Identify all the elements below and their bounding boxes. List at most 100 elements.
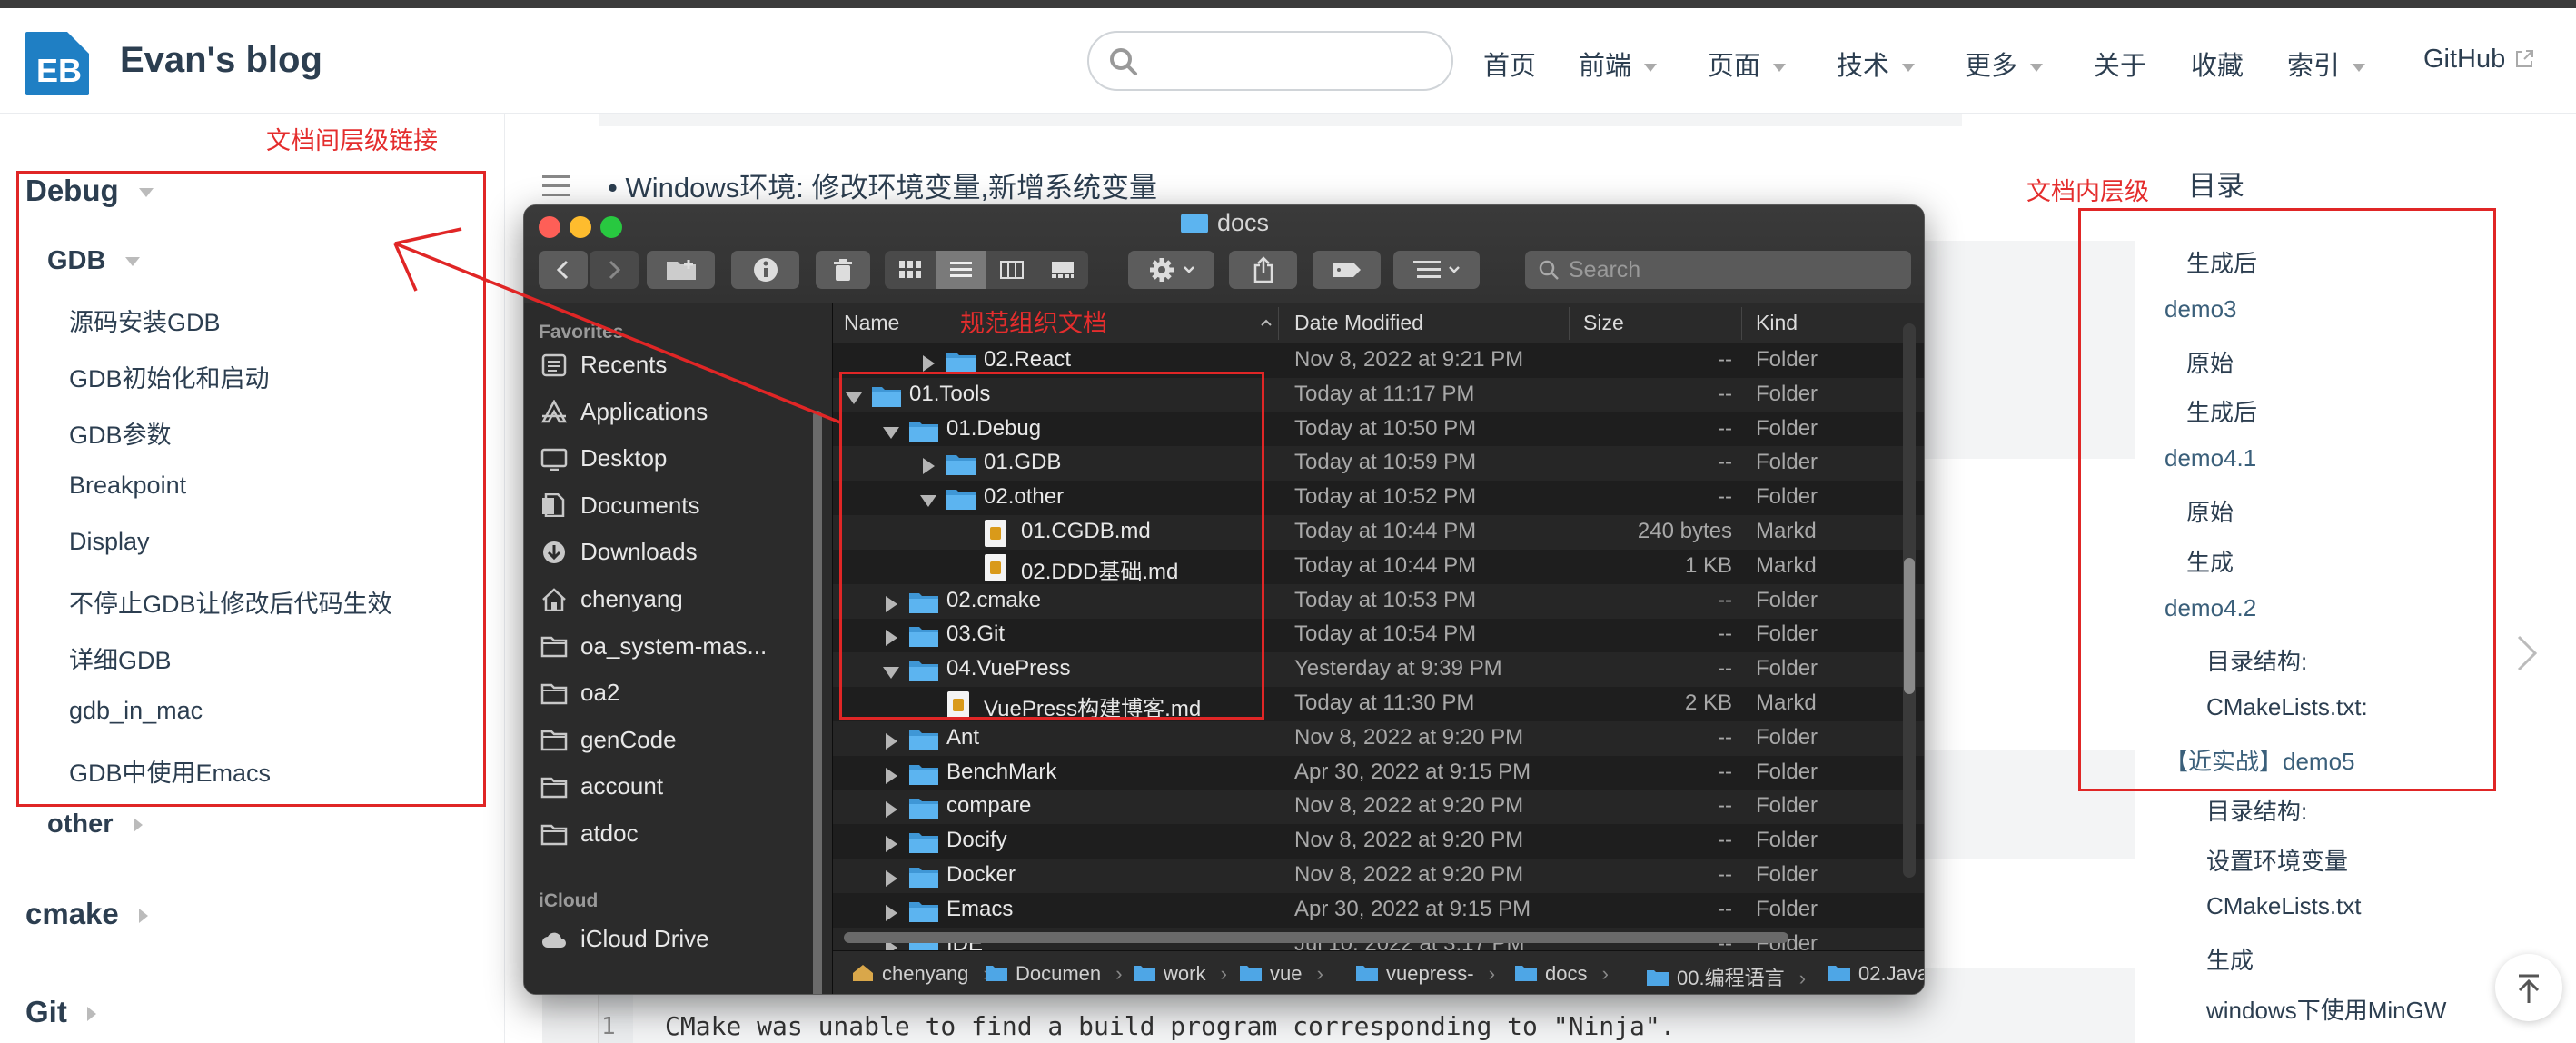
favorite-chenyang[interactable]: chenyang bbox=[540, 585, 683, 613]
disclosure-closed-icon[interactable] bbox=[923, 355, 935, 372]
action-button[interactable] bbox=[1128, 251, 1214, 289]
nav-link-0[interactable]: 首页 bbox=[1483, 45, 1536, 83]
search-icon bbox=[1539, 260, 1559, 280]
path-segment[interactable]: 00.编程语言 › bbox=[1646, 962, 1806, 991]
file-size: 1 KB bbox=[1684, 552, 1732, 578]
icon-view-button[interactable] bbox=[885, 251, 936, 289]
nav-link-8[interactable]: GitHub bbox=[2423, 45, 2534, 74]
path-segment[interactable]: docs › bbox=[1514, 962, 1609, 986]
chevron-down-icon bbox=[1902, 63, 1916, 72]
sidebar-scrollbar[interactable] bbox=[813, 411, 822, 994]
group-icon bbox=[1412, 261, 1441, 278]
icloud-heading: iCloud bbox=[539, 890, 599, 911]
list-view-button[interactable] bbox=[936, 251, 986, 289]
document-icon bbox=[540, 493, 568, 518]
toc-item[interactable]: CMakeLists.txt bbox=[2206, 892, 2362, 920]
back-to-top-button[interactable] bbox=[2495, 954, 2562, 1021]
favorite-oa-system-mas-[interactable]: oa_system-mas... bbox=[540, 632, 767, 661]
nav-link-3[interactable]: 技术 bbox=[1837, 45, 1916, 83]
favorite-gencode[interactable]: genCode bbox=[540, 726, 677, 754]
share-button[interactable] bbox=[1229, 251, 1297, 289]
file-kind: Folder bbox=[1756, 862, 1818, 887]
toc-item[interactable]: 目录结构: bbox=[2206, 793, 2307, 827]
file-row[interactable]: Ant Nov 8, 2022 at 9:20 PM -- Folder bbox=[833, 720, 1924, 756]
new-folder-button[interactable] bbox=[647, 251, 715, 289]
favorite-documents[interactable]: Documents bbox=[540, 492, 700, 520]
horizontal-scrollbar[interactable] bbox=[844, 932, 1788, 943]
toc-item[interactable]: 生成 bbox=[2206, 942, 2254, 976]
folder-icon bbox=[1240, 966, 1262, 981]
file-row[interactable]: Emacs Apr 30, 2022 at 9:15 PM -- Folder bbox=[833, 893, 1924, 928]
trash-button[interactable] bbox=[816, 251, 870, 289]
sidebar-group-git[interactable]: Git bbox=[25, 995, 96, 1029]
file-name: Emacs bbox=[946, 896, 1014, 921]
column-header-kind[interactable]: Kind bbox=[1756, 311, 1798, 335]
sidebar-group-cmake[interactable]: cmake bbox=[25, 897, 148, 931]
nav-link-4[interactable]: 更多 bbox=[1965, 45, 2044, 83]
finder-search-field[interactable]: Search bbox=[1525, 251, 1911, 289]
favorite-recents[interactable]: Recents bbox=[540, 351, 667, 379]
favorite-desktop[interactable]: Desktop bbox=[540, 444, 667, 472]
file-row[interactable]: Docker Nov 8, 2022 at 9:20 PM -- Folder bbox=[833, 859, 1924, 893]
file-row[interactable]: BenchMark Apr 30, 2022 at 9:15 PM -- Folder bbox=[833, 756, 1924, 790]
file-date: Today at 10:44 PM bbox=[1294, 519, 1477, 543]
disclosure-closed-icon[interactable] bbox=[886, 836, 897, 853]
search-icon bbox=[1110, 48, 1137, 75]
path-segment[interactable]: work › bbox=[1133, 962, 1227, 986]
favorite-downloads[interactable]: Downloads bbox=[540, 538, 698, 566]
group-button[interactable] bbox=[1393, 251, 1480, 289]
icloud-label: iCloud Drive bbox=[580, 925, 709, 952]
vertical-scrollbar-thumb[interactable] bbox=[1904, 558, 1915, 694]
gallery-view-button[interactable] bbox=[1037, 251, 1088, 289]
menu-icon[interactable] bbox=[542, 175, 570, 197]
file-row[interactable]: Docify Nov 8, 2022 at 9:20 PM -- Folder bbox=[833, 824, 1924, 859]
disclosure-closed-icon[interactable] bbox=[886, 732, 897, 750]
sidebar-group-other[interactable]: other bbox=[47, 810, 143, 839]
disclosure-closed-icon[interactable] bbox=[886, 767, 897, 784]
favorite-label: atdoc bbox=[580, 820, 639, 847]
path-segment[interactable]: chenyang › bbox=[851, 962, 990, 986]
file-date: Today at 11:30 PM bbox=[1294, 690, 1475, 715]
info-button[interactable] bbox=[731, 251, 799, 289]
file-kind: Folder bbox=[1756, 484, 1818, 510]
path-segment[interactable]: 02.Java bbox=[1828, 962, 1924, 986]
path-segment[interactable]: Documen › bbox=[985, 962, 1123, 986]
path-separator-icon: › bbox=[1482, 962, 1496, 985]
back-button[interactable] bbox=[539, 251, 588, 289]
file-row[interactable]: compare Nov 8, 2022 at 9:20 PM -- Folder bbox=[833, 790, 1924, 825]
trash-icon bbox=[834, 259, 852, 281]
column-header-size[interactable]: Size bbox=[1583, 311, 1624, 335]
home-icon bbox=[853, 965, 873, 981]
site-title[interactable]: Evan's blog bbox=[120, 40, 322, 81]
disclosure-closed-icon[interactable] bbox=[886, 870, 897, 887]
column-view-button[interactable] bbox=[986, 251, 1037, 289]
nav-link-2[interactable]: 页面 bbox=[1708, 45, 1787, 83]
column-header-name[interactable]: Name bbox=[844, 311, 899, 335]
favorite-oa2[interactable]: oa2 bbox=[540, 679, 619, 707]
toc-item[interactable]: 设置环境变量 bbox=[2206, 843, 2348, 877]
forward-button[interactable] bbox=[590, 251, 639, 289]
path-separator-icon: › bbox=[1793, 967, 1807, 989]
disclosure-closed-icon[interactable] bbox=[886, 801, 897, 819]
search-input[interactable] bbox=[1087, 31, 1453, 91]
favorite-atdoc[interactable]: atdoc bbox=[540, 820, 639, 848]
site-logo[interactable]: EB bbox=[25, 32, 89, 95]
nav-link-5[interactable]: 关于 bbox=[2094, 45, 2146, 83]
grid-icon bbox=[899, 261, 921, 278]
favorite-account[interactable]: account bbox=[540, 772, 663, 800]
nav-link-7[interactable]: 索引 bbox=[2287, 45, 2366, 83]
path-segment[interactable]: vue › bbox=[1239, 962, 1323, 986]
nav-link-1[interactable]: 前端 bbox=[1579, 45, 1658, 83]
column-header-date[interactable]: Date Modified bbox=[1294, 311, 1423, 335]
chevron-right-icon[interactable] bbox=[2515, 633, 2539, 678]
nav-link-6[interactable]: 收藏 bbox=[2191, 45, 2244, 83]
file-date: Nov 8, 2022 at 9:20 PM bbox=[1294, 793, 1524, 819]
gear-icon bbox=[1149, 258, 1174, 282]
icloud-drive-item[interactable]: iCloud Drive bbox=[540, 925, 709, 953]
tag-button[interactable] bbox=[1313, 251, 1381, 289]
favorite-applications[interactable]: Applications bbox=[540, 398, 708, 426]
file-date: Today at 10:44 PM bbox=[1294, 552, 1477, 578]
disclosure-closed-icon[interactable] bbox=[886, 904, 897, 921]
path-segment[interactable]: vuepress- › bbox=[1355, 962, 1495, 986]
toc-item[interactable]: windows下使用MinGW bbox=[2206, 992, 2446, 1026]
